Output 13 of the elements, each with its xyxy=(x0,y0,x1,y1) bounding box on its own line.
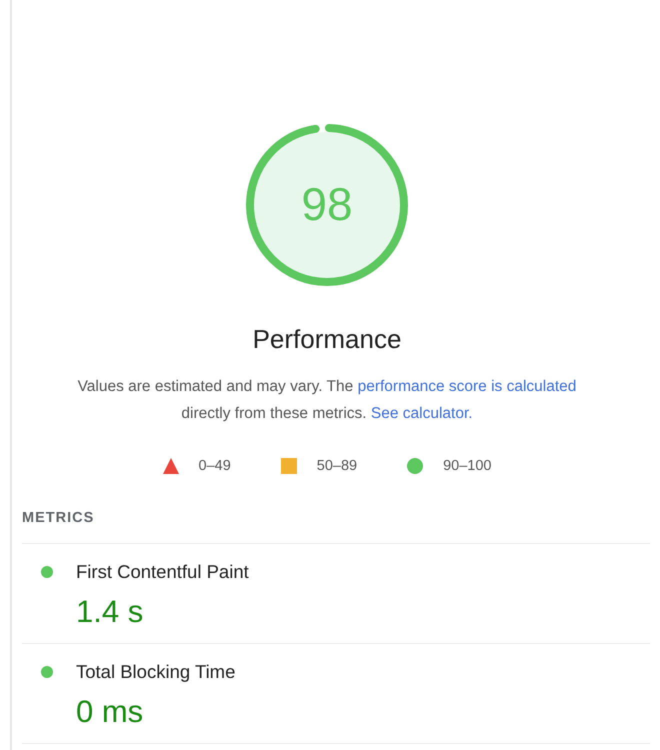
legend-range: 50–89 xyxy=(316,457,358,476)
category-title: Performance xyxy=(252,324,402,355)
metric-name: First Contentful Paint xyxy=(76,560,249,583)
legend-range: 90–100 xyxy=(443,457,492,476)
legend-range: 0–49 xyxy=(198,457,231,476)
description-link[interactable]: See calculator. xyxy=(370,405,473,422)
description-link[interactable]: performance score is calculated xyxy=(358,378,576,395)
metric-name: Total Blocking Time xyxy=(76,660,236,683)
description-text: Values are estimated and may vary. The performance score is calculated directly from these metrics. See calculator. xyxy=(76,377,578,424)
metric-value: 1.4 s xyxy=(76,594,144,630)
metric-value: 0 ms xyxy=(76,694,144,730)
section-title: METRICS xyxy=(22,508,650,544)
score-value: 98 xyxy=(301,181,353,228)
